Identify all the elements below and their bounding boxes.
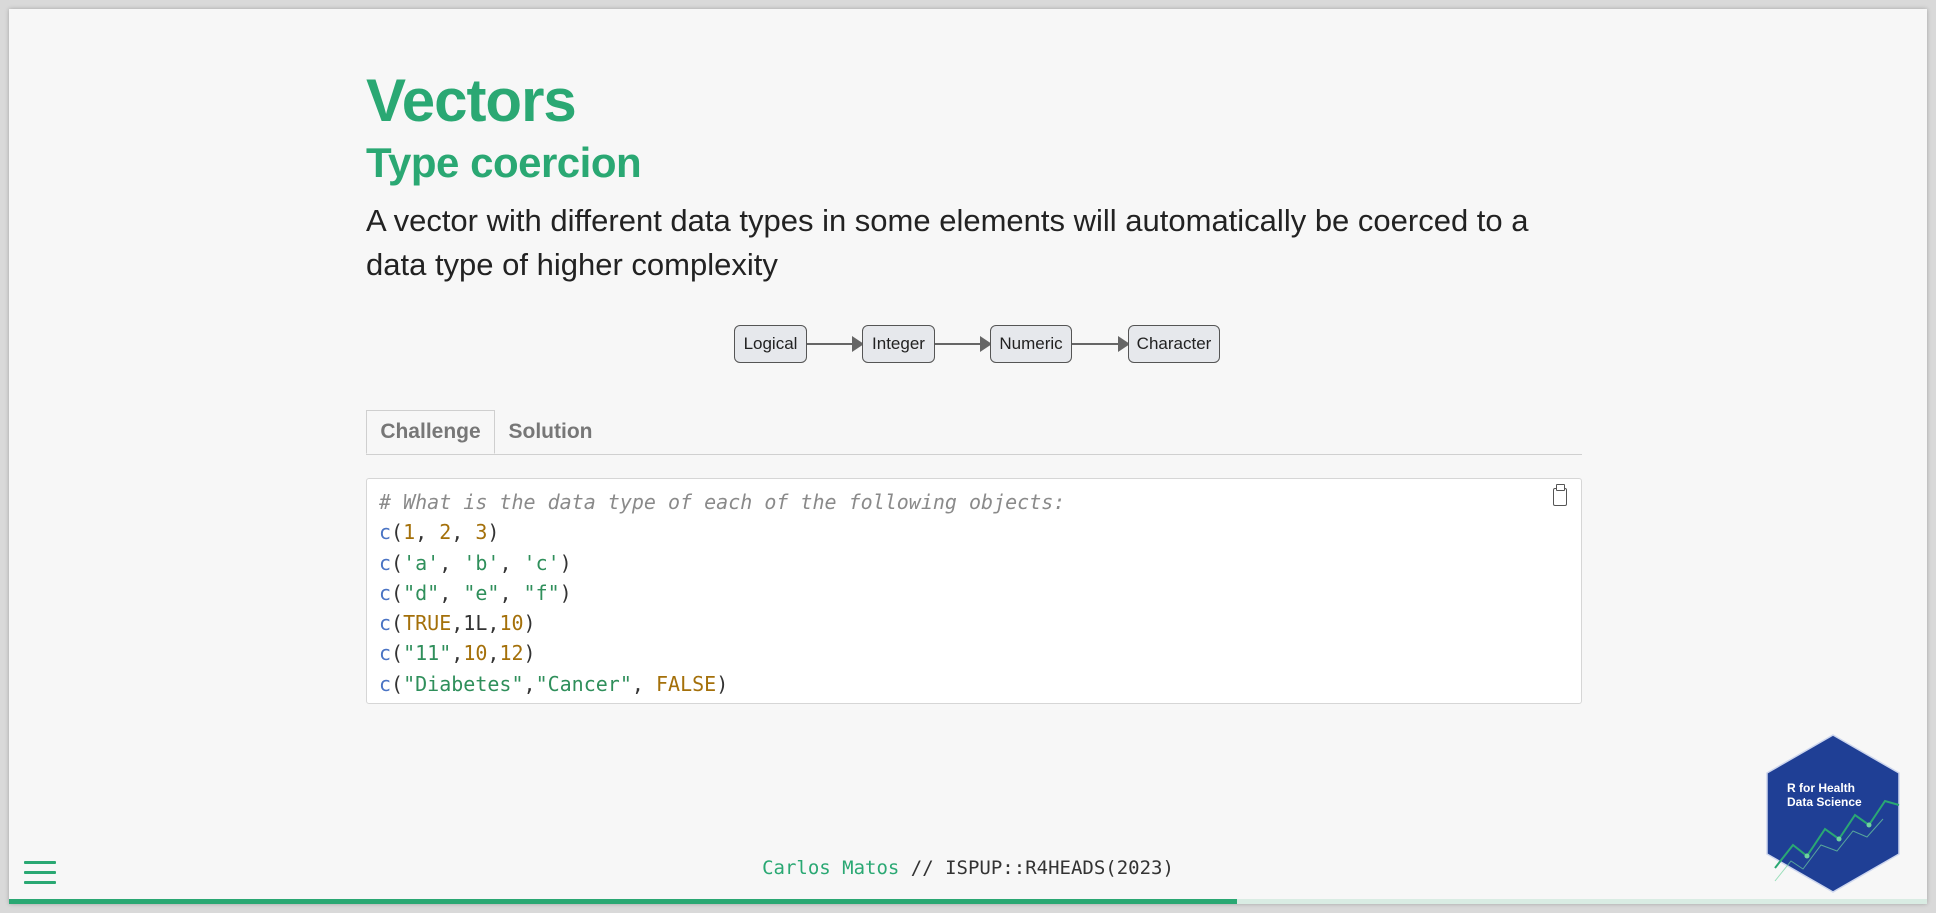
footer-author: Carlos Matos (762, 857, 900, 879)
code-line: c(1, 2, 3) (379, 520, 500, 545)
footer: Carlos Matos // ISPUP::R4HEADS(2023) (9, 857, 1927, 879)
coercion-diagram: Logical Integer Numeric Character (366, 325, 1582, 365)
tab-bar: Challenge Solution (366, 410, 1582, 455)
node-logical: Logical (734, 325, 807, 363)
node-character: Character (1128, 325, 1220, 363)
code-block[interactable]: # What is the data type of each of the f… (366, 478, 1582, 704)
logo-line-1: R for Health (1787, 781, 1856, 795)
clipboard-icon[interactable] (1553, 484, 1567, 506)
node-numeric: Numeric (990, 325, 1072, 363)
slide-title: Vectors (366, 67, 577, 134)
code-line: c("11",10,12) (379, 641, 536, 666)
logo-line-2: Data Science (1787, 795, 1862, 809)
tab-solution[interactable]: Solution (495, 410, 606, 454)
r-health-logo: R for Health Data Science (1763, 733, 1903, 894)
slide: Vectors Type coercion A vector with diff… (9, 9, 1927, 904)
arrow-numeric-character (1072, 337, 1130, 350)
slide-subtitle: Type coercion (366, 139, 642, 186)
progress-bar (9, 899, 1927, 904)
hex-logo-icon (1766, 734, 1900, 893)
arrow-integer-numeric (935, 337, 992, 350)
code-line-comment: # What is the data type of each of the f… (379, 490, 1066, 514)
arrow-logical-integer (807, 337, 864, 350)
slide-content: Vectors Type coercion A vector with diff… (366, 65, 1582, 287)
slide-paragraph: A vector with different data types in so… (366, 203, 1529, 282)
tab-challenge[interactable]: Challenge (366, 410, 495, 454)
code-line: c("d", "e", "f") (379, 580, 572, 605)
footer-suffix: // ISPUP::R4HEADS(2023) (899, 857, 1174, 879)
code-line: c("Diabetes","Cancer", FALSE) (379, 671, 729, 696)
logo-text: R for Health Data Science (1787, 781, 1862, 809)
node-integer: Integer (862, 325, 935, 363)
progress-bar-fill (9, 899, 1237, 904)
code-line: c('a', 'b', 'c') (379, 550, 572, 575)
code-line: c(TRUE,1L,10) (379, 611, 536, 636)
